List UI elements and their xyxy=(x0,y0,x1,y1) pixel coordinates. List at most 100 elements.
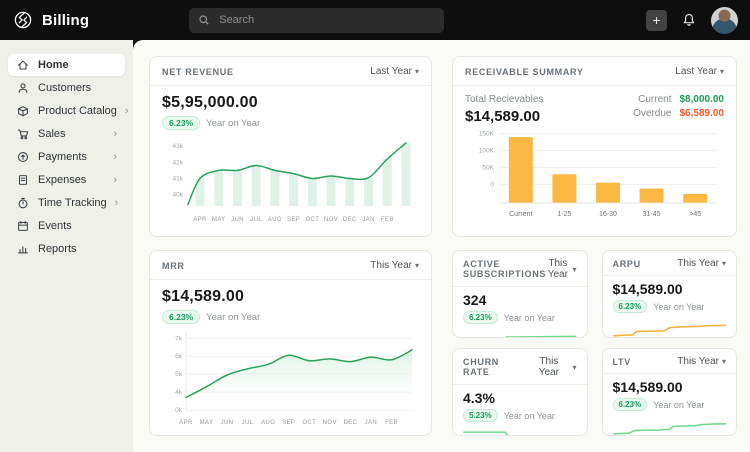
add-new-button[interactable] xyxy=(646,10,667,31)
svg-text:DEC: DEC xyxy=(343,217,357,223)
mrr-period-select[interactable]: This Year xyxy=(370,260,419,271)
chevron-down-icon xyxy=(415,66,419,77)
svg-text:JAN: JAN xyxy=(365,420,378,426)
main-content: NET REVENUE Last Year $5,95,000.00 6.23%… xyxy=(133,40,750,452)
svg-text:43k: 43k xyxy=(173,143,184,150)
kpi-grid: ACTIVE SUBSCRIPTIONS This Year 324 6.23%… xyxy=(452,250,737,436)
net-revenue-period-select[interactable]: Last Year xyxy=(370,66,419,77)
topbar-actions xyxy=(646,7,738,34)
svg-text:JUN: JUN xyxy=(231,217,244,223)
net-revenue-chart: 43k42k41k40kAPRMAYJUNJULAUGSEPOCTNOVDECJ… xyxy=(162,132,421,228)
churn-rate-value: 4.3% xyxy=(463,390,577,406)
sales-icon xyxy=(16,127,30,141)
sidebar-item-customers[interactable]: Customers xyxy=(8,77,125,99)
sidebar-item-time-tracking[interactable]: Time Tracking xyxy=(8,192,125,214)
svg-text:OCT: OCT xyxy=(305,217,319,223)
receivable-period-select[interactable]: Last Year xyxy=(675,66,724,77)
svg-text:50K: 50K xyxy=(482,165,494,172)
chevron-down-icon xyxy=(572,264,576,275)
svg-text:MAY: MAY xyxy=(212,217,226,223)
svg-text:SEP: SEP xyxy=(282,420,295,426)
chevron-right-icon xyxy=(113,152,117,163)
search-box[interactable] xyxy=(189,8,444,33)
sidebar-item-label: Home xyxy=(38,59,69,71)
mrr-chart: 7k6k5k4k0kAPRMAYJUNJULAUGSEPOCTNOVDECJAN… xyxy=(162,326,421,430)
chevron-down-icon xyxy=(722,258,726,269)
svg-text:16-30: 16-30 xyxy=(599,211,617,218)
chevron-down-icon xyxy=(720,66,724,77)
arpu-period-select[interactable]: This Year xyxy=(677,258,726,269)
svg-text:0: 0 xyxy=(490,181,494,188)
sidebar-item-expenses[interactable]: Expenses xyxy=(8,169,125,191)
overdue-label: Overdue xyxy=(633,108,671,119)
chevron-right-icon xyxy=(115,198,119,209)
svg-text:JUL: JUL xyxy=(242,420,254,426)
mrr-value: $14,589.00 xyxy=(162,288,419,306)
svg-text:AUG: AUG xyxy=(268,217,282,223)
sidebar-item-events[interactable]: Events xyxy=(8,215,125,237)
receivable-title: RECEIVABLE SUMMARY xyxy=(465,67,584,77)
active-subscriptions-period-select[interactable]: This Year xyxy=(546,258,576,280)
sidebar-item-reports[interactable]: Reports xyxy=(8,238,125,260)
sidebar-item-home[interactable]: Home xyxy=(8,54,125,76)
yoy-badge: 5.23% xyxy=(463,409,498,422)
svg-text:OCT: OCT xyxy=(302,420,316,426)
svg-text:NOV: NOV xyxy=(323,420,337,426)
svg-text:FEB: FEB xyxy=(381,217,394,223)
user-avatar[interactable] xyxy=(711,7,738,34)
svg-text:>45: >45 xyxy=(689,211,701,218)
chevron-down-icon xyxy=(722,356,726,367)
net-revenue-title: NET REVENUE xyxy=(162,67,234,77)
chevron-down-icon xyxy=(415,260,419,271)
sidebar-item-label: Time Tracking xyxy=(38,197,107,209)
yoy-badge: 6.23% xyxy=(613,300,648,313)
active-subscriptions-value: 324 xyxy=(463,292,577,308)
notifications-bell-icon[interactable] xyxy=(681,12,697,28)
events-icon xyxy=(16,219,30,233)
svg-text:6k: 6k xyxy=(175,353,183,360)
svg-text:4k: 4k xyxy=(175,389,183,396)
yoy-badge: 6.23% xyxy=(463,311,498,324)
sidebar-item-label: Sales xyxy=(38,128,66,140)
svg-text:0k: 0k xyxy=(175,407,183,414)
svg-text:APR: APR xyxy=(193,217,207,223)
svg-text:DEC: DEC xyxy=(343,420,357,426)
active-subscriptions-card: ACTIVE SUBSCRIPTIONS This Year 324 6.23%… xyxy=(452,250,588,338)
receivable-summary-card: RECEIVABLE SUMMARY Last Year Total Recie… xyxy=(452,56,737,237)
svg-text:1-25: 1-25 xyxy=(557,211,571,218)
chevron-right-icon xyxy=(125,106,129,117)
svg-text:7k: 7k xyxy=(175,335,183,342)
billing-logo-icon xyxy=(12,9,34,31)
svg-text:JUN: JUN xyxy=(221,420,234,426)
net-revenue-card: NET REVENUE Last Year $5,95,000.00 6.23%… xyxy=(149,56,432,237)
svg-text:SEP: SEP xyxy=(287,217,300,223)
churn-rate-card: CHURN RATE This Year 4.3% 5.23% Year on … xyxy=(452,348,588,436)
receivable-aging-chart: 150K100K50K0Current1-2516-3031-45>45 xyxy=(465,127,726,222)
reports-icon xyxy=(16,242,30,256)
current-value: $8,000.00 xyxy=(680,94,725,105)
svg-text:41k: 41k xyxy=(173,175,184,182)
active-subscriptions-sparkline xyxy=(463,327,577,338)
customers-icon xyxy=(16,81,30,95)
svg-text:40k: 40k xyxy=(173,192,184,199)
payments-icon xyxy=(16,150,30,164)
mrr-title: MRR xyxy=(162,261,185,271)
sidebar-item-sales[interactable]: Sales xyxy=(8,123,125,145)
sidebar-item-product-catalog[interactable]: Product Catalog xyxy=(8,100,125,122)
chevron-right-icon xyxy=(113,175,117,186)
chevron-down-icon xyxy=(572,362,576,373)
sidebar-item-payments[interactable]: Payments xyxy=(8,146,125,168)
search-input[interactable] xyxy=(217,13,435,27)
overdue-value: $6,589.00 xyxy=(680,108,725,119)
churn-rate-period-select[interactable]: This Year xyxy=(528,356,576,378)
sidebar-item-label: Customers xyxy=(38,82,91,94)
sidebar: Home Customers Product Catalog Sales Payment… xyxy=(0,40,133,452)
sidebar-item-label: Product Catalog xyxy=(38,105,117,117)
svg-text:31-45: 31-45 xyxy=(643,211,661,218)
ltv-value: $14,589.00 xyxy=(613,379,727,395)
ltv-period-select[interactable]: This Year xyxy=(677,356,726,367)
yoy-badge: 6.23% xyxy=(162,310,200,324)
total-receivables-value: $14,589.00 xyxy=(465,108,543,125)
net-revenue-value: $5,95,000.00 xyxy=(162,94,419,112)
sidebar-item-label: Payments xyxy=(38,151,87,163)
